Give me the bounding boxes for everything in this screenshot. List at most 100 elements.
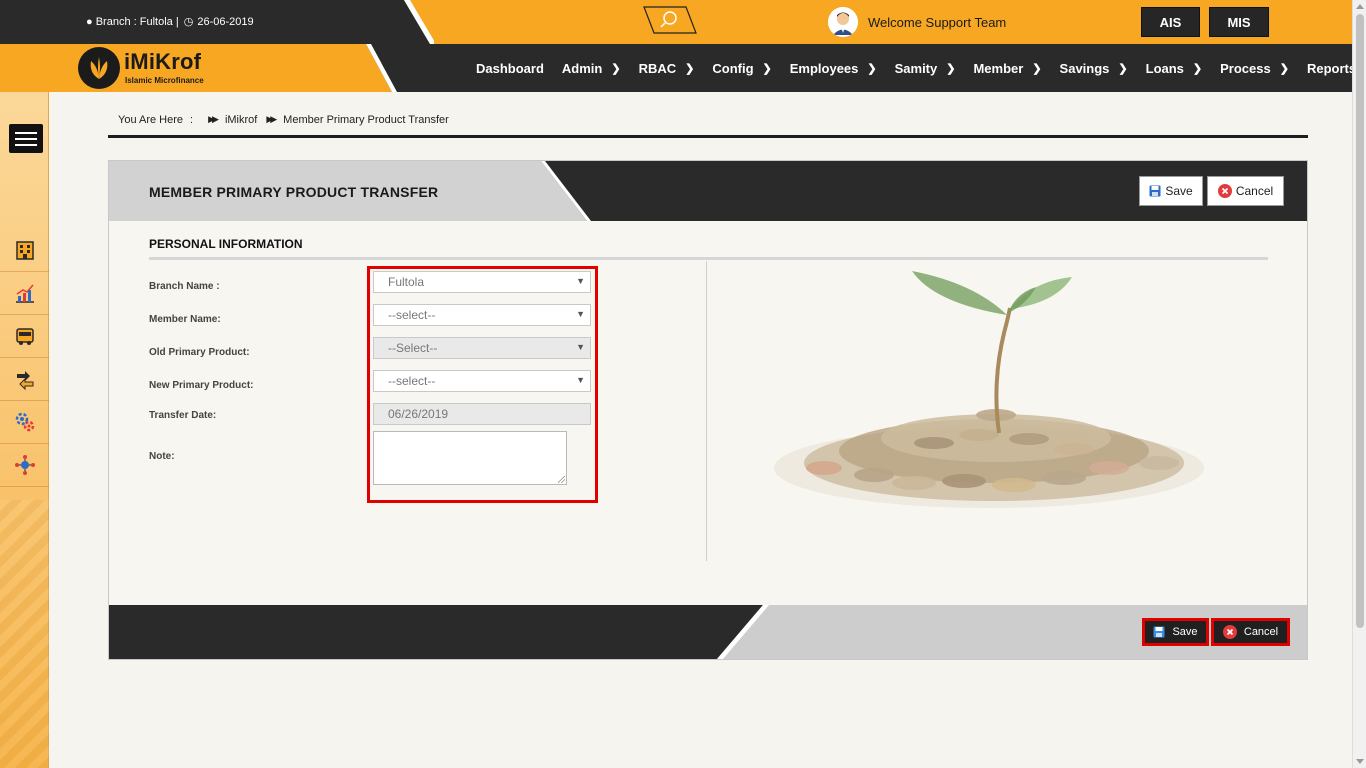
nav-label: Samity: [894, 60, 938, 76]
member-name-label: Member Name:: [149, 314, 221, 325]
footer-cancel-button[interactable]: Cancel: [1211, 618, 1290, 646]
nav-item-loans[interactable]: Loans ❯: [1146, 61, 1203, 76]
chevron-right-icon: ❯: [1118, 62, 1128, 75]
transfer-panel: MEMBER PRIMARY PRODUCT TRANSFER Save Can…: [108, 160, 1308, 660]
current-date: 26-06-2019: [197, 16, 254, 28]
nav-item-member[interactable]: Member ❯: [973, 61, 1041, 76]
clock-icon: ◷: [183, 16, 194, 28]
nav-label: Process: [1220, 60, 1271, 76]
nav-item-rbac[interactable]: RBAC ❯: [639, 61, 695, 76]
member-name-value: --select--: [388, 308, 436, 322]
nav-label: Config: [712, 60, 754, 76]
main-navbar: iMiKrof Islamic Microfinance Dashboard A…: [0, 44, 1366, 92]
note-label: Note:: [149, 451, 175, 462]
sidebar-item-network[interactable]: [0, 444, 49, 487]
ais-button[interactable]: AIS: [1141, 7, 1200, 37]
building-icon: [15, 241, 34, 260]
avatar: [828, 7, 858, 37]
double-arrow-icon: ▶▶: [266, 114, 277, 124]
breadcrumb-colon: :: [190, 113, 194, 126]
header-save-button[interactable]: Save: [1139, 176, 1203, 206]
chevron-right-icon: ❯: [1279, 62, 1289, 75]
floppy-disk-icon: [1149, 185, 1161, 197]
scroll-thumb[interactable]: [1356, 14, 1364, 628]
bus-icon: [15, 328, 34, 345]
nav-item-savings[interactable]: Savings ❯: [1060, 61, 1128, 76]
transfer-date-input: 06/26/2019: [373, 403, 591, 425]
network-icon: [14, 455, 35, 475]
logo-icon: [78, 47, 120, 89]
mis-button[interactable]: MIS: [1209, 7, 1269, 37]
new-product-value: --select--: [388, 374, 436, 388]
panel-footer: Save Cancel: [109, 605, 1307, 659]
sidebar-item-transfer[interactable]: [0, 358, 49, 401]
sidebar-decoration: [0, 500, 49, 768]
nav-item-config[interactable]: Config ❯: [712, 61, 771, 76]
dropdown-arrow-icon: ▼: [576, 276, 585, 286]
nav-item-process[interactable]: Process ❯: [1220, 61, 1289, 76]
user-welcome[interactable]: Welcome Support Team: [828, 6, 1006, 38]
sidebar-item-settings[interactable]: [0, 401, 49, 444]
section-divider: [149, 257, 1268, 260]
chart-icon: [15, 284, 34, 303]
hamburger-icon: [15, 144, 37, 146]
search-icon: [643, 6, 697, 34]
header-cancel-button[interactable]: Cancel: [1207, 176, 1284, 206]
sidebar: [0, 92, 49, 768]
dropdown-arrow-icon: ▼: [576, 309, 585, 319]
chevron-right-icon: ❯: [1032, 62, 1042, 75]
globe-icon: ●: [86, 16, 93, 28]
breadcrumb-item-home[interactable]: iMikrof: [225, 114, 257, 126]
dropdown-arrow-icon: ▼: [576, 375, 585, 385]
old-product-label: Old Primary Product:: [149, 347, 250, 358]
transfer-date-label: Transfer Date:: [149, 410, 217, 421]
scroll-up-arrow-icon[interactable]: [1356, 4, 1364, 9]
settings-gears-icon: [15, 412, 34, 432]
resize-grip-icon[interactable]: [558, 476, 565, 483]
sidebar-item-chart[interactable]: [0, 272, 49, 315]
nav-label: Member: [973, 60, 1024, 76]
logo-area[interactable]: iMiKrof Islamic Microfinance: [0, 44, 392, 92]
chevron-right-icon: ❯: [685, 62, 695, 75]
nav-menu: Dashboard Admin ❯ RBAC ❯ Config ❯ Employees…: [476, 44, 1366, 92]
branch-label: Branch : Fultola |: [95, 16, 179, 28]
nav-label: Savings: [1059, 60, 1110, 76]
breadcrumb-prefix: You Are Here: [118, 113, 184, 126]
branch-name-select[interactable]: Fultola ▼: [373, 271, 591, 293]
member-name-select[interactable]: --select-- ▼: [373, 304, 591, 326]
chevron-right-icon: ❯: [611, 62, 621, 75]
hamburger-icon: [15, 138, 37, 140]
section-title: PERSONAL INFORMATION: [149, 237, 303, 251]
user-avatar-icon: [828, 7, 858, 37]
nav-item-admin[interactable]: Admin ❯: [562, 61, 621, 76]
nav-item-samity[interactable]: Samity ❯: [895, 61, 956, 76]
panel-footer-dark: [109, 605, 763, 659]
cancel-circle-icon: [1222, 625, 1237, 639]
new-product-select[interactable]: --select-- ▼: [373, 370, 591, 392]
panel-header: MEMBER PRIMARY PRODUCT TRANSFER Save Can…: [109, 161, 1307, 221]
nav-label: RBAC: [638, 60, 677, 76]
page-scrollbar[interactable]: [1352, 0, 1366, 768]
plant-coins-illustration: [774, 271, 1204, 508]
nav-item-employees[interactable]: Employees ❯: [790, 61, 877, 76]
scroll-down-arrow-icon[interactable]: [1356, 759, 1364, 764]
column-divider: [706, 261, 707, 561]
nav-label: Loans: [1145, 60, 1184, 76]
old-product-select: --Select-- ▼: [373, 337, 591, 359]
menu-toggle-button[interactable]: [9, 124, 43, 153]
branch-name-value: Fultola: [388, 275, 425, 289]
breadcrumb-item-current: Member Primary Product Transfer: [283, 113, 449, 126]
page-title: MEMBER PRIMARY PRODUCT TRANSFER: [149, 184, 439, 200]
double-arrow-icon: ▶▶: [208, 114, 219, 124]
nav-item-dashboard[interactable]: Dashboard: [476, 61, 544, 76]
sidebar-item-bus[interactable]: [0, 315, 49, 358]
welcome-text: Welcome Support Team: [868, 14, 1007, 30]
nav-label: Reports: [1306, 60, 1357, 76]
note-textarea[interactable]: [373, 431, 567, 485]
sidebar-item-building[interactable]: [0, 229, 49, 272]
footer-save-button[interactable]: Save: [1142, 618, 1209, 646]
search-button[interactable]: [642, 6, 698, 34]
chevron-right-icon: ❯: [867, 62, 877, 75]
brand-name: iMiKrof: [124, 49, 202, 74]
breadcrumb: You Are Here : ▶▶ iMikrof ▶▶ Member Prim…: [108, 108, 1308, 138]
